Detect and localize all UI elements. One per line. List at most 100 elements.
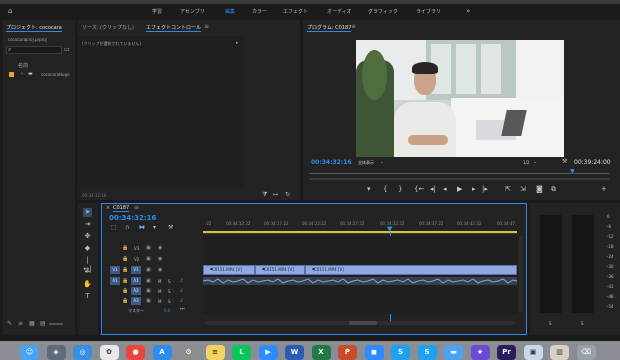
- lift-icon[interactable]: ⇱: [505, 185, 511, 194]
- dock-zoom-video-icon[interactable]: ◼: [364, 345, 384, 360]
- export-icon[interactable]: ↦: [273, 191, 278, 198]
- workspace-tab-edit[interactable]: 編集: [225, 8, 235, 15]
- program-scrub-bar[interactable]: [309, 173, 609, 174]
- wrench-icon[interactable]: ⚒: [562, 158, 567, 165]
- lock-icon[interactable]: 🔒: [122, 288, 128, 294]
- step-back-frame-icon[interactable]: ◂: [443, 185, 447, 194]
- filter-icon[interactable]: ⧩: [262, 191, 267, 199]
- dock-photos-icon[interactable]: ✿: [99, 345, 119, 360]
- dock-premiere-icon[interactable]: Pr: [497, 345, 516, 360]
- sync-lock-icon[interactable]: ▣: [146, 267, 151, 273]
- workspace-more-button[interactable]: »: [466, 7, 470, 15]
- fit-dropdown[interactable]: 全体表示: [358, 160, 374, 166]
- dock-excel-icon[interactable]: X: [311, 345, 331, 360]
- add-button-icon[interactable]: +: [601, 185, 607, 194]
- work-area-bar[interactable]: [203, 231, 517, 233]
- step-forward-icon[interactable]: |▸: [482, 185, 488, 194]
- ripple-edit-tool-icon[interactable]: ✥: [83, 232, 92, 241]
- workspace-tab-learn[interactable]: 学習: [152, 8, 162, 15]
- timeline-vertical-scrollbar[interactable]: [519, 236, 523, 312]
- dock-zoom-icon[interactable]: ▶: [258, 345, 278, 360]
- lock-icon[interactable]: 🔒: [122, 245, 128, 251]
- project-search-box[interactable]: [6, 46, 62, 54]
- fit-dropdown-chevron-icon[interactable]: ⌄: [380, 159, 384, 165]
- tab-effect-controls[interactable]: エフェクトコントロール: [146, 24, 202, 32]
- sync-lock-icon[interactable]: ▣: [146, 256, 151, 262]
- new-bin-icon[interactable]: ▭: [64, 46, 70, 53]
- dock-skype-2-icon[interactable]: S: [417, 345, 437, 360]
- list-view-icon[interactable]: ≡: [18, 320, 23, 327]
- dock-preview-icon[interactable]: ▣: [523, 345, 543, 360]
- track-target-a3[interactable]: A3: [131, 297, 141, 305]
- razor-tool-icon[interactable]: ◆: [83, 244, 92, 253]
- dock-app-store-icon[interactable]: A: [152, 345, 172, 360]
- track-target-a2[interactable]: A2: [131, 287, 141, 295]
- tab-sequence[interactable]: C0187: [113, 205, 130, 212]
- track-target-v1[interactable]: V1: [131, 266, 141, 274]
- dock-line-icon[interactable]: L: [232, 345, 251, 360]
- workspace-tab-audio[interactable]: オーディオ: [327, 8, 352, 15]
- dock-photo-app-icon[interactable]: ▥: [550, 345, 569, 360]
- sequence-menu-icon[interactable]: ≡: [134, 204, 139, 211]
- solo-button[interactable]: S: [168, 279, 171, 284]
- compare-icon[interactable]: ⧉: [551, 185, 556, 194]
- workspace-tab-effects[interactable]: エフェクト: [283, 8, 308, 15]
- loop-icon[interactable]: ↻: [285, 191, 290, 198]
- program-menu-icon[interactable]: ≡: [351, 23, 356, 30]
- microphone-icon[interactable]: ♪: [180, 278, 183, 284]
- dock-notes-icon[interactable]: ≡: [205, 345, 225, 360]
- sync-lock-icon[interactable]: ▣: [146, 245, 151, 251]
- mark-in-icon[interactable]: {: [383, 185, 387, 194]
- nest-icon[interactable]: ⬚: [111, 224, 117, 231]
- workspace-tab-color[interactable]: カラー: [252, 8, 267, 15]
- dock-settings-icon[interactable]: ⚙: [179, 345, 198, 360]
- master-volume[interactable]: 0.0: [164, 308, 170, 313]
- dock-word-icon[interactable]: W: [285, 345, 304, 360]
- resolution-dropdown[interactable]: 1/2: [523, 160, 529, 165]
- extract-icon[interactable]: ⇲: [520, 185, 526, 194]
- mute-button[interactable]: M: [158, 289, 161, 294]
- zoom-slider[interactable]: [49, 323, 63, 325]
- hand-tool-icon[interactable]: ✋: [83, 280, 92, 289]
- step-back-icon[interactable]: ◂|: [430, 185, 436, 194]
- freeform-view-icon[interactable]: ▤: [40, 320, 46, 327]
- tab-source[interactable]: ソース: (クリップなし): [82, 24, 134, 31]
- program-playhead-timecode[interactable]: 00:34:32:16: [311, 159, 352, 166]
- sync-lock-icon[interactable]: ▣: [146, 298, 151, 304]
- home-icon[interactable]: ⌂: [8, 7, 12, 15]
- add-marker-timeline-icon[interactable]: ▾: [153, 224, 156, 231]
- pencil-icon[interactable]: ✎: [7, 320, 12, 327]
- meter-solo-right-button[interactable]: S: [581, 321, 584, 326]
- slip-tool-icon[interactable]: |↔|: [83, 256, 92, 273]
- workspace-tab-libraries[interactable]: ライブラリ: [416, 8, 441, 15]
- go-to-end-icon[interactable]: ⏭: [180, 306, 185, 312]
- sync-lock-icon[interactable]: ▣: [146, 278, 151, 284]
- track-target-a1[interactable]: A1: [131, 277, 141, 285]
- linked-selection-icon[interactable]: ⧓: [139, 224, 145, 231]
- timeline-scroll-thumb[interactable]: [349, 321, 377, 325]
- pen-tool-icon[interactable]: ✒: [83, 268, 92, 277]
- play-button[interactable]: ▶: [457, 185, 462, 194]
- dock-chrome-icon[interactable]: ●: [126, 345, 145, 360]
- source-patch-v1[interactable]: V1: [110, 266, 120, 274]
- tab-program[interactable]: プログラム: C0187: [307, 24, 352, 32]
- project-item-label[interactable]: cococaraHuge: [41, 72, 70, 77]
- eye-icon[interactable]: ◉: [158, 245, 162, 251]
- source-patch-a1[interactable]: A1: [110, 277, 120, 285]
- go-to-in-icon[interactable]: {←: [414, 185, 424, 194]
- mark-out-icon[interactable]: }: [398, 185, 402, 194]
- icon-view-icon[interactable]: ▦: [29, 320, 35, 327]
- magnet-snap-icon[interactable]: ∩: [125, 224, 129, 231]
- lock-icon[interactable]: 🔒: [122, 256, 128, 262]
- close-icon[interactable]: ×: [106, 205, 110, 211]
- playhead-marker-icon[interactable]: ▼: [570, 168, 575, 175]
- dock-launchpad-icon[interactable]: ◈: [46, 345, 66, 360]
- type-tool-icon[interactable]: T: [83, 292, 92, 301]
- dock-trash-icon[interactable]: ⌫: [576, 345, 596, 360]
- lock-icon[interactable]: 🔒: [122, 298, 128, 304]
- meter-solo-left-button[interactable]: S: [549, 321, 552, 326]
- microphone-icon[interactable]: ♪: [180, 288, 183, 294]
- video-clip[interactable]: C0151.MP4 [V]: [305, 265, 517, 275]
- workspace-tab-graphics[interactable]: グラフィック: [368, 8, 398, 15]
- dock-safari-icon[interactable]: ◎: [73, 345, 92, 360]
